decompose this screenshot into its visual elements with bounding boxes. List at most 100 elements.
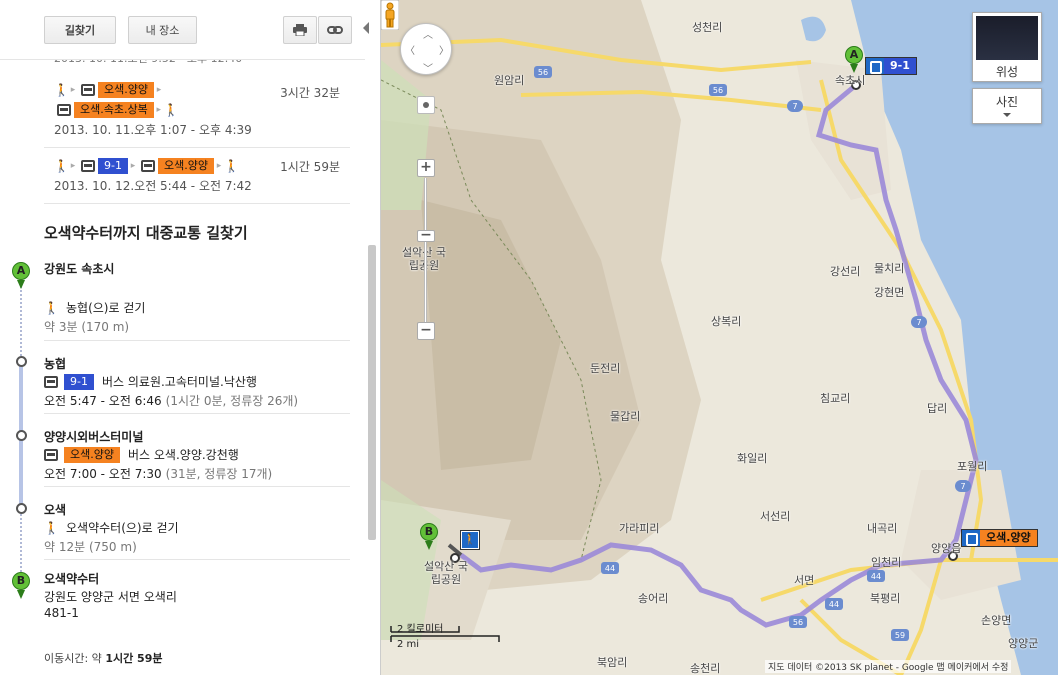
my-places-button[interactable]: 내 장소 <box>128 16 197 44</box>
directions-panel: 2013. 10. 11.오전 9:52 - 오후 12:40 길찾기 내 장소… <box>0 0 381 675</box>
map-label: 서선리 <box>760 510 791 523</box>
my-location-button[interactable] <box>417 96 435 114</box>
transit-step[interactable]: 양양시외버스터미널 오색.양양 버스 오색.양양.강천행 오전 7:00 - 오전… <box>44 428 350 483</box>
map-label: 속초시 <box>835 74 866 87</box>
arrow-icon: ▸ <box>130 161 136 171</box>
map-label: 답리 <box>927 402 948 415</box>
stop-icon <box>16 356 27 367</box>
route-duration: 1시간 59분 <box>280 160 340 174</box>
map-label: 강선리 <box>830 265 861 278</box>
scale-mi-label: 2 mi <box>397 639 420 650</box>
map-label: 성천리 <box>692 21 723 34</box>
zoom-slider-track[interactable] <box>424 178 427 328</box>
road-number: 44 <box>605 564 615 573</box>
route-time: 2013. 10. 11.오후 1:07 - 오후 4:39 <box>54 123 252 137</box>
stop-title: 농협 <box>44 357 67 371</box>
map-label: 내곡리 <box>867 522 898 535</box>
walk-icon: 🚶 <box>223 159 239 173</box>
map-bus-marker-osaek[interactable]: 오색.양양 <box>961 529 1038 547</box>
start-marker-icon: A <box>12 262 30 289</box>
divider <box>44 486 350 487</box>
map-walk-marker-icon[interactable]: 🚶 <box>461 531 479 549</box>
map-label: 송어리 <box>638 592 669 605</box>
start-step[interactable]: 강원도 속초시 <box>44 260 350 277</box>
route-option[interactable]: 🚶 ▸ 오색.양양 ▸ 오색.속초.상복 ▸ 🚶 3시간 32분 2013. 1… <box>44 74 350 148</box>
satellite-label: 위성 <box>995 65 1019 79</box>
step-time: 오전 5:47 - 오전 6:46 <box>44 394 162 408</box>
map-end-marker-icon[interactable]: B <box>420 523 438 550</box>
map-label: 물갑리 <box>610 410 641 423</box>
map-canvas: 56 56 7 7 7 44 44 44 56 59 <box>381 0 1058 675</box>
route-time: 2013. 10. 12.오전 5:44 - 오전 7:42 <box>54 179 252 193</box>
road-number: 7 <box>792 102 797 111</box>
road-number: 56 <box>793 618 803 627</box>
pan-right-icon[interactable]: 〉 <box>439 42 449 57</box>
print-button[interactable] <box>283 16 317 44</box>
walk-step[interactable]: 🚶 농협(으)로 걷기 약 3분 (170 m) <box>44 298 350 336</box>
total-value: 1시간 59분 <box>105 652 163 665</box>
pan-down-icon[interactable]: ﹀ <box>423 60 433 75</box>
walk-text: 오색약수터(으)로 걷기 <box>66 521 179 535</box>
walk-icon: 🚶 <box>44 300 59 315</box>
map-label: 물치리 <box>874 262 905 275</box>
satellite-toggle[interactable]: 위성 <box>972 12 1042 82</box>
bus-line-tag: 오색.양양 <box>157 158 214 174</box>
pan-up-icon[interactable]: ︿ <box>423 26 433 41</box>
step-time: 오전 7:00 - 오전 7:30 <box>44 467 162 481</box>
bus-icon <box>962 530 980 546</box>
walk-detail: 약 3분 (170 m) <box>44 320 130 334</box>
map-label: 서면 <box>794 574 815 587</box>
map-label: 손양면 <box>981 614 1012 627</box>
pan-control[interactable]: ︿ ﹀ 〈 〉 <box>400 23 452 75</box>
pan-left-icon[interactable]: 〈 <box>405 42 415 57</box>
road-number: 7 <box>960 482 965 491</box>
route-option[interactable]: 🚶 ▸ 9-1 ▸ 오색.양양 ▸ 🚶 1시간 59분 2013. 10. 12… <box>44 148 350 204</box>
link-button[interactable] <box>318 16 352 44</box>
bus-line-tag: 오색.양양 <box>64 446 120 463</box>
end-step[interactable]: 오색약수터 강원도 양양군 서면 오색리 481-1 <box>44 570 350 620</box>
map-label: 둔전리 <box>590 362 621 375</box>
scale-km-label: 2 킬로미터 <box>397 624 444 635</box>
walk-icon: 🚶 <box>163 103 179 117</box>
road-number: 56 <box>538 68 548 77</box>
stop-icon <box>16 503 27 514</box>
directions-heading: 오색약수터까지 대중교통 길찾기 <box>44 224 248 242</box>
map-label: 원암리 <box>494 74 525 87</box>
walk-icon: 🚶 <box>54 83 69 97</box>
map-label: 상복리 <box>711 315 742 328</box>
photo-toggle[interactable]: 사진 <box>972 88 1042 124</box>
divider <box>44 413 350 414</box>
map-view[interactable]: 56 56 7 7 7 44 44 44 56 59 성천리 원암리 속초시 설… <box>381 0 1058 675</box>
transit-step[interactable]: 농협 9-1 버스 의료원.고속터미널.낙산행 오전 5:47 - 오전 6:46… <box>44 355 350 410</box>
step-detail: (31분, 정류장 17개) <box>165 467 273 481</box>
collapse-panel-icon[interactable] <box>363 22 369 34</box>
pegman-icon[interactable] <box>381 0 399 30</box>
road-number: 7 <box>916 318 921 327</box>
map-bus-marker-9-1[interactable]: 9-1 <box>865 57 917 75</box>
stop-icon <box>16 430 27 441</box>
road-number: 56 <box>713 86 723 95</box>
map-start-marker-icon[interactable]: A <box>845 46 863 73</box>
print-icon <box>293 24 307 36</box>
map-label: 양양읍 <box>931 542 962 555</box>
walk-text: 농협(으)로 걷기 <box>66 301 146 315</box>
walk-detail: 약 12분 (750 m) <box>44 540 137 554</box>
arrow-icon: ▸ <box>156 85 162 95</box>
walk-icon: 🚶 <box>54 159 69 173</box>
walk-step[interactable]: 오색 🚶 오색약수터(으)로 걷기 약 12분 (750 m) <box>44 501 350 556</box>
panel-scrollbar[interactable] <box>368 245 376 540</box>
stop-title: 오색 <box>44 503 67 517</box>
divider <box>44 559 350 560</box>
map-label: 임천리 <box>871 556 902 569</box>
bus-icon <box>140 160 155 172</box>
map-label: 북평리 <box>870 592 901 605</box>
end-title: 오색약수터 <box>44 572 100 586</box>
arrow-icon: ▸ <box>216 161 222 171</box>
divider <box>44 340 350 341</box>
zoom-slider-handle[interactable]: − <box>417 228 435 242</box>
directions-button[interactable]: 길찾기 <box>44 16 116 44</box>
zoom-out-button[interactable]: − <box>417 322 435 340</box>
map-label: 설악산 국립공원 <box>424 560 468 586</box>
zoom-in-button[interactable]: + <box>417 159 435 177</box>
map-attribution[interactable]: 지도 데이터 ©2013 SK planet - Google 맵 메이커에서 … <box>765 660 1012 673</box>
